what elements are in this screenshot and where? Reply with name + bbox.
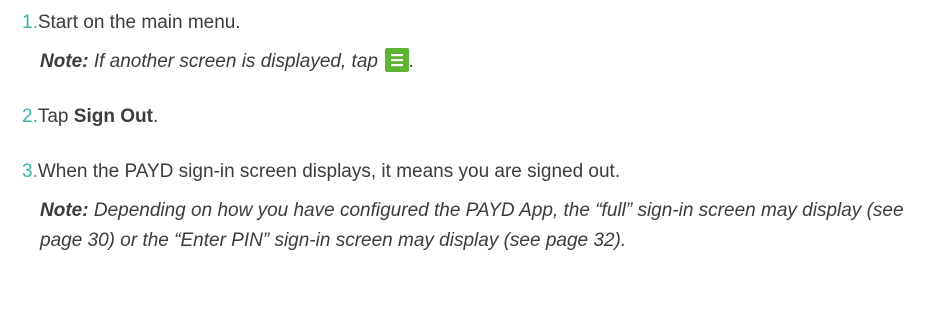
step-1-note: Note: If another screen is displayed, ta… bbox=[40, 48, 415, 75]
step-1: 1. Start on the main menu. bbox=[22, 9, 241, 36]
step-number: 1. bbox=[22, 12, 38, 33]
step-text-after: . bbox=[152, 106, 159, 127]
menu-hamburger-icon bbox=[385, 48, 410, 72]
note-label: Note: bbox=[40, 200, 89, 221]
step-number: 2. bbox=[22, 106, 38, 127]
step-2: 2. Tap Sign Out. bbox=[22, 103, 158, 130]
step-text: Start on the main menu. bbox=[37, 12, 241, 33]
note-text-end: . bbox=[409, 51, 415, 72]
step-text-before: Tap bbox=[37, 106, 74, 127]
step-text: Tap Sign Out. bbox=[38, 103, 158, 130]
step-3: 3. When the PAYD sign-in screen displays… bbox=[22, 158, 620, 185]
sign-out-label: Sign Out bbox=[73, 106, 153, 127]
step-text: When the PAYD sign-in screen displays, i… bbox=[37, 161, 621, 182]
note-text: Depending on how you have configured the… bbox=[40, 200, 904, 251]
step-3-note: Note: Depending on how you have configur… bbox=[40, 196, 920, 256]
step-number: 3. bbox=[22, 161, 38, 182]
note-text: If another screen is displayed, tap bbox=[88, 51, 384, 72]
note-label: Note: bbox=[40, 51, 89, 72]
